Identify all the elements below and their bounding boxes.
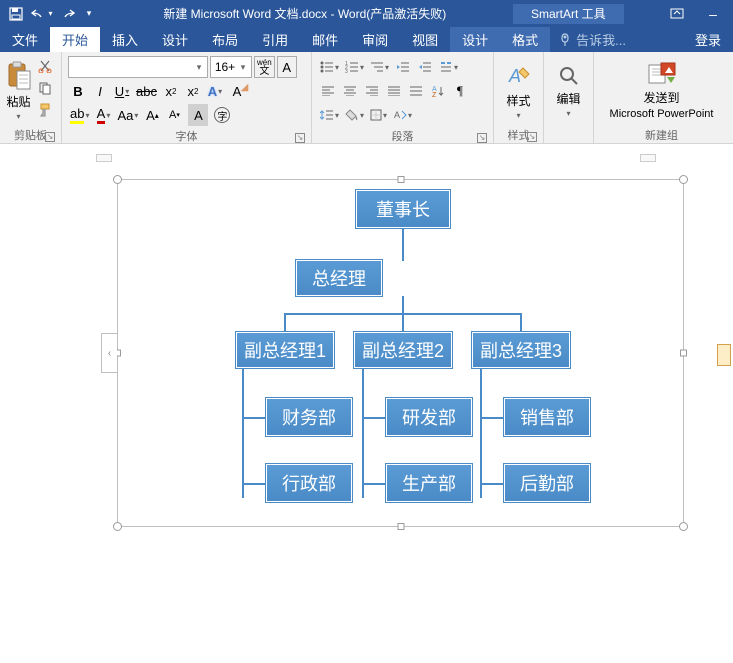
svg-text:A: A xyxy=(508,66,521,86)
undo-button[interactable]: ▾ xyxy=(30,3,54,25)
enclose-characters-button[interactable]: 字 xyxy=(212,104,232,126)
org-node-vgm3[interactable]: 副总经理3 xyxy=(472,332,570,368)
org-node-chairman[interactable]: 董事长 xyxy=(356,190,450,228)
org-node-gm[interactable]: 总经理 xyxy=(296,260,382,296)
superscript-button[interactable]: x2 xyxy=(183,80,203,102)
distributed-button[interactable] xyxy=(406,80,426,102)
paragraph-launcher[interactable]: ↘ xyxy=(477,133,487,143)
sort-button[interactable]: AZ xyxy=(428,80,448,102)
clear-formatting-button[interactable]: A◢ xyxy=(227,80,247,102)
editing-button[interactable]: 编辑▾ xyxy=(548,54,589,127)
justify-button[interactable] xyxy=(384,80,404,102)
redo-button[interactable] xyxy=(56,3,80,25)
tab-references[interactable]: 引用 xyxy=(250,27,300,52)
document-area[interactable]: ‹ 董事长 总经理 副总经理1 副总经理2 副总经理3 财务部 xyxy=(0,144,733,663)
change-case-button[interactable]: Aa▾ xyxy=(115,104,140,126)
tell-me-search[interactable]: 告诉我... xyxy=(550,27,683,52)
multilevel-list-button[interactable]: ▾ xyxy=(368,56,391,78)
shrink-font-button[interactable]: A▾ xyxy=(164,104,184,126)
cut-button[interactable] xyxy=(35,56,55,76)
align-left-button[interactable] xyxy=(318,80,338,102)
window-title: 新建 Microsoft Word 文档.docx - Word(产品激活失败)… xyxy=(100,5,657,22)
format-painter-button[interactable] xyxy=(35,100,55,120)
ribbon-display-options-button[interactable] xyxy=(663,3,691,25)
org-node-rd[interactable]: 研发部 xyxy=(386,398,472,436)
subscript-button[interactable]: x2 xyxy=(161,80,181,102)
styles-launcher[interactable]: ↘ xyxy=(527,132,537,142)
smartart-text-pane-toggle[interactable]: ‹ xyxy=(101,333,117,373)
tab-insert[interactable]: 插入 xyxy=(100,27,150,52)
decrease-indent-button[interactable] xyxy=(393,56,413,78)
grow-font-button[interactable]: A▴ xyxy=(142,104,162,126)
tab-view[interactable]: 视图 xyxy=(400,27,450,52)
group-styles: A 样式▾ 样式↘ xyxy=(494,52,544,143)
org-node-production[interactable]: 生产部 xyxy=(386,464,472,502)
group-font: ▾ 16+▾ wén文 A B I U▾ abc x2 x2 A▾ A◢ ab▾ xyxy=(62,52,312,143)
svg-text:Z: Z xyxy=(432,92,437,97)
tab-review[interactable]: 审阅 xyxy=(350,27,400,52)
font-name-combo[interactable]: ▾ xyxy=(68,56,208,78)
tab-mailings[interactable]: 邮件 xyxy=(300,27,350,52)
styles-button[interactable]: A 样式▾ xyxy=(498,54,539,127)
minimize-button[interactable]: ‒ xyxy=(699,3,727,25)
save-button[interactable] xyxy=(4,3,28,25)
group-newgroup: 发送到 Microsoft PowerPoint 新建组 xyxy=(594,52,729,143)
tab-home[interactable]: 开始 xyxy=(50,27,100,52)
title-bar: ▾ ▾ 新建 Microsoft Word 文档.docx - Word(产品激… xyxy=(0,0,733,27)
shading-button[interactable]: ▾ xyxy=(343,104,366,126)
bullets-button[interactable]: ▾ xyxy=(318,56,341,78)
increase-indent-button[interactable] xyxy=(415,56,435,78)
bold-button[interactable]: B xyxy=(68,80,88,102)
copy-button[interactable] xyxy=(35,78,55,98)
italic-button[interactable]: I xyxy=(90,80,110,102)
show-marks-button[interactable]: ¶ xyxy=(450,80,470,102)
group-paragraph: ▾ 123▾ ▾ ▾ AZ ¶ ▾ xyxy=(312,52,494,143)
group-clipboard: 粘贴 ▾ 剪贴板↘ xyxy=(0,52,62,143)
org-node-vgm1[interactable]: 副总经理1 xyxy=(236,332,334,368)
phonetic-guide-button[interactable]: wén文 xyxy=(254,56,275,78)
highlight-button[interactable]: ab▾ xyxy=(68,104,91,126)
send-to-powerpoint-button[interactable]: 发送到 Microsoft PowerPoint xyxy=(598,54,725,127)
qat-customize-button[interactable]: ▾ xyxy=(82,3,96,25)
font-size-combo[interactable]: 16+▾ xyxy=(210,56,252,78)
smartart-selection-frame[interactable]: ‹ 董事长 总经理 副总经理1 副总经理2 副总经理3 财务部 xyxy=(117,179,684,527)
tab-smartart-format[interactable]: 格式 xyxy=(500,27,550,52)
font-launcher[interactable]: ↘ xyxy=(295,133,305,143)
org-node-sales[interactable]: 销售部 xyxy=(504,398,590,436)
side-panel-tab[interactable] xyxy=(717,344,731,366)
tab-layout[interactable]: 布局 xyxy=(200,27,250,52)
align-center-button[interactable] xyxy=(340,80,360,102)
text-direction-button[interactable]: A▾ xyxy=(391,104,414,126)
line-spacing-button[interactable]: ▾ xyxy=(318,104,341,126)
paste-button[interactable]: 粘贴 ▾ xyxy=(4,54,33,127)
numbering-button[interactable]: 123▾ xyxy=(343,56,366,78)
ruler-margin-right xyxy=(640,154,656,162)
borders-button[interactable]: ▾ xyxy=(368,104,389,126)
character-shading-button[interactable]: A xyxy=(188,104,208,126)
login-button[interactable]: 登录 xyxy=(683,27,733,52)
tab-smartart-design[interactable]: 设计 xyxy=(450,27,500,52)
ribbon: 粘贴 ▾ 剪贴板↘ ▾ 16+▾ wén文 A B xyxy=(0,52,733,144)
org-node-finance[interactable]: 财务部 xyxy=(266,398,352,436)
svg-text:A: A xyxy=(394,110,400,120)
tab-design[interactable]: 设计 xyxy=(150,27,200,52)
org-node-vgm2[interactable]: 副总经理2 xyxy=(354,332,452,368)
underline-button[interactable]: U▾ xyxy=(112,80,132,102)
character-border-button[interactable]: A xyxy=(277,56,297,78)
asian-layout-button[interactable]: ▾ xyxy=(437,56,460,78)
org-node-admin[interactable]: 行政部 xyxy=(266,464,352,502)
quick-access-toolbar: ▾ ▾ xyxy=(0,3,100,25)
ribbon-tabs: 文件 开始 插入 设计 布局 引用 邮件 审阅 视图 设计 格式 告诉我... … xyxy=(0,27,733,52)
svg-text:3: 3 xyxy=(345,69,348,73)
org-node-logistics[interactable]: 后勤部 xyxy=(504,464,590,502)
ruler-margin-left xyxy=(96,154,112,162)
text-effects-button[interactable]: A▾ xyxy=(205,80,225,102)
group-editing: 编辑▾ xyxy=(544,52,594,143)
strikethrough-button[interactable]: abc xyxy=(134,80,159,102)
clipboard-launcher[interactable]: ↘ xyxy=(45,132,55,142)
align-right-button[interactable] xyxy=(362,80,382,102)
org-chart: 董事长 总经理 副总经理1 副总经理2 副总经理3 财务部 研发部 销售部 行政… xyxy=(118,180,683,526)
font-color-button[interactable]: A▾ xyxy=(93,104,113,126)
tab-file[interactable]: 文件 xyxy=(0,27,50,52)
